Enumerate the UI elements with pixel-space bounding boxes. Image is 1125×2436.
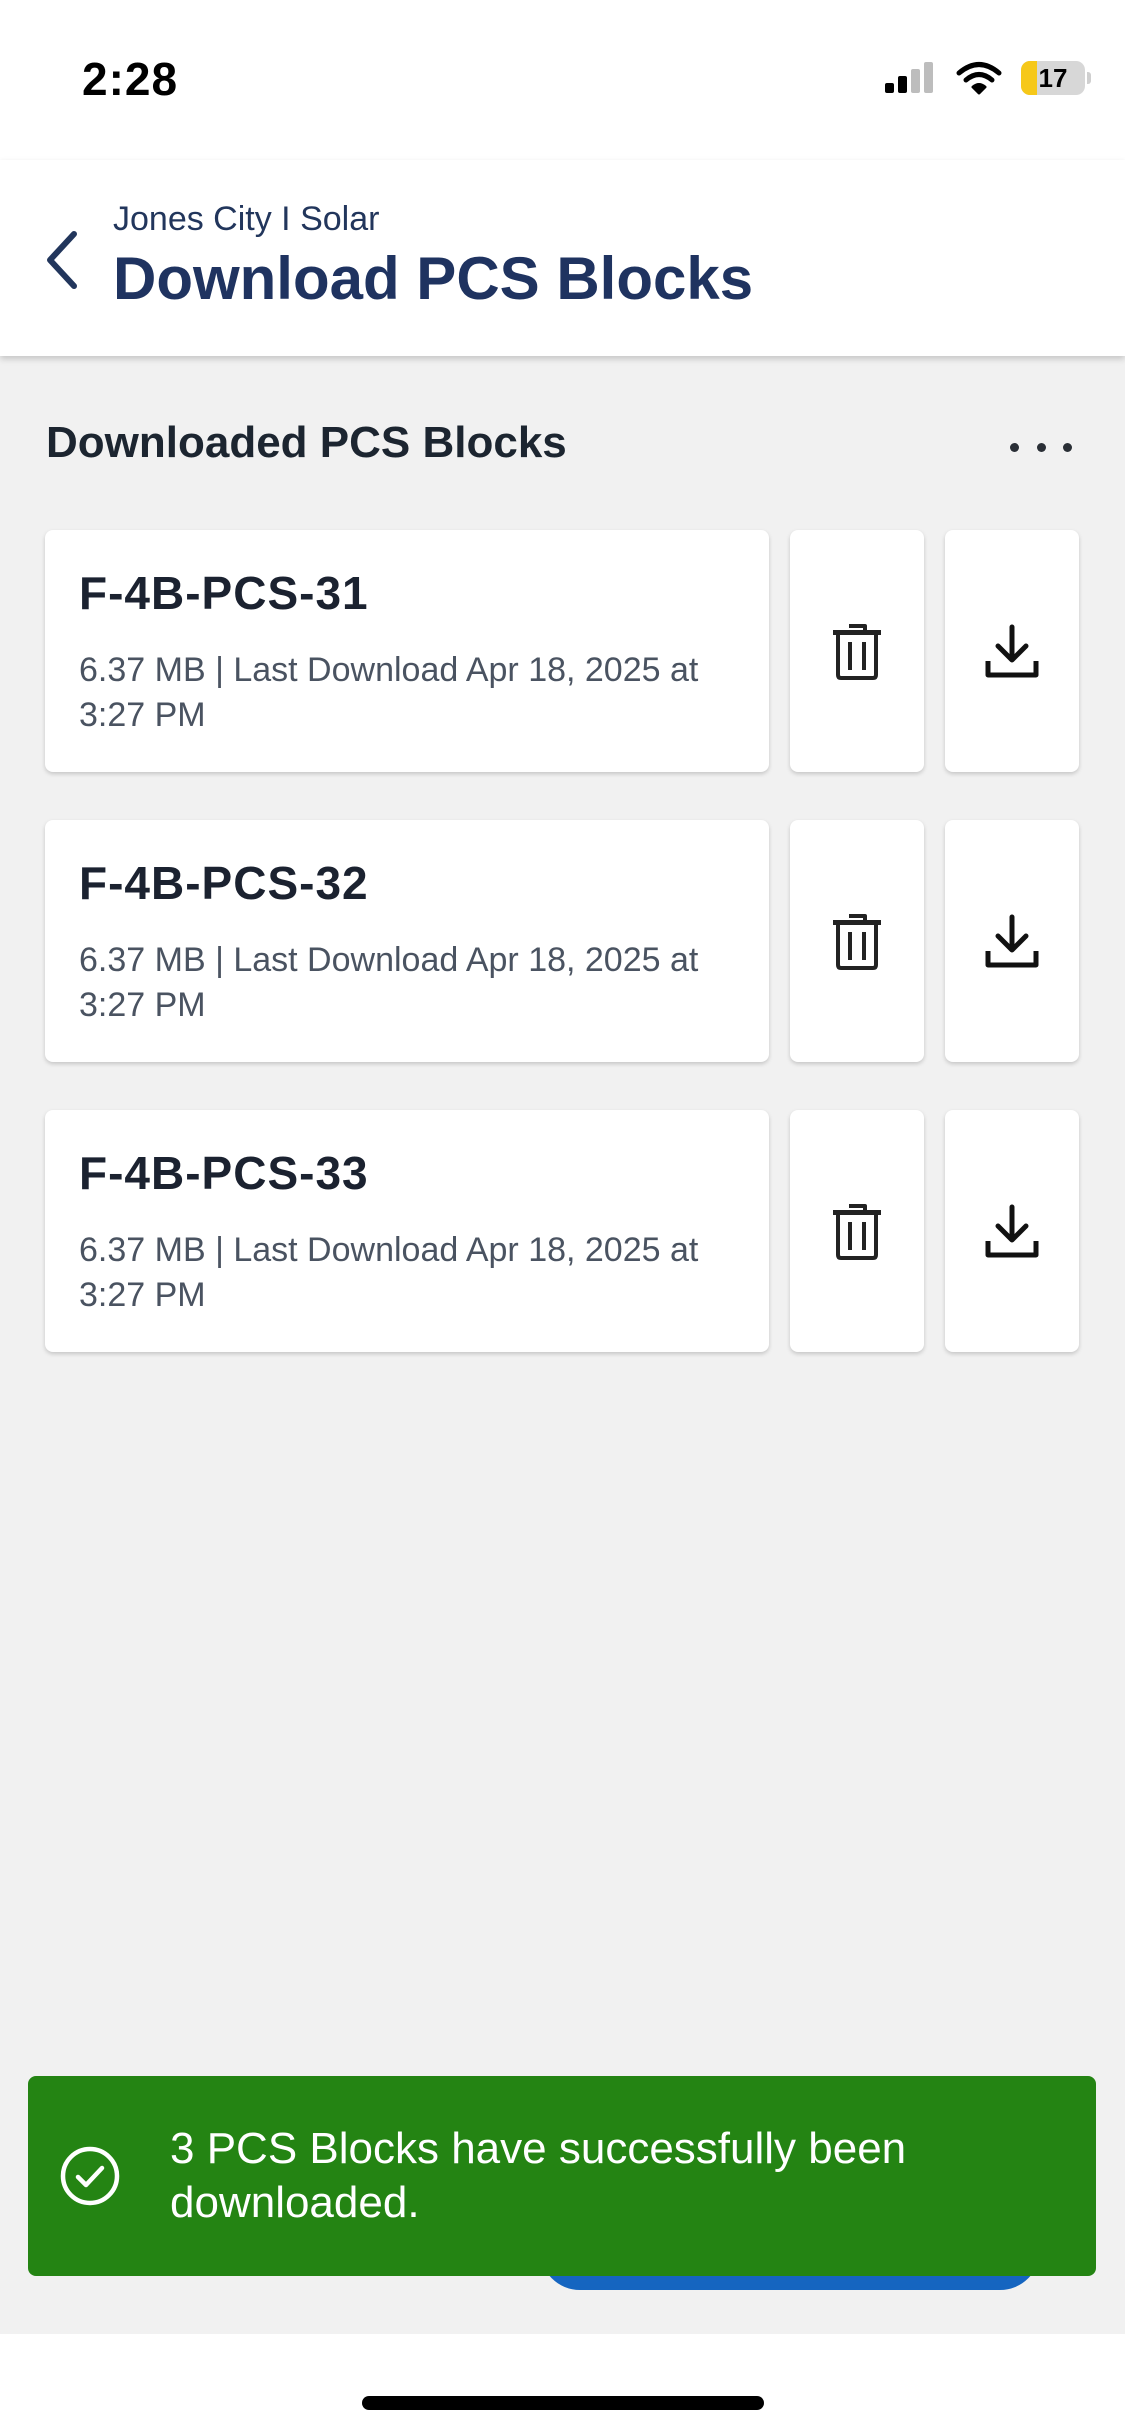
status-bar: 2:28 17 <box>0 0 1125 160</box>
pcs-block-meta: 6.37 MB | Last Download Apr 18, 2025 at … <box>79 941 699 1024</box>
wifi-icon <box>956 62 1002 95</box>
trash-icon <box>833 1204 881 1260</box>
bottom-safe-area <box>0 2334 1125 2436</box>
status-time: 2:28 <box>82 53 179 105</box>
check-circle-icon <box>60 2146 120 2206</box>
signal-icon <box>885 62 933 93</box>
back-button[interactable] <box>36 220 88 300</box>
breadcrumb: Jones City I Solar <box>113 200 380 238</box>
download-button[interactable] <box>945 530 1079 772</box>
pcs-block-meta: 6.37 MB | Last Download Apr 18, 2025 at … <box>79 1231 699 1314</box>
pcs-block-card[interactable]: F-4B-PCS-32 6.37 MB | Last Download Apr … <box>45 820 769 1062</box>
status-icons: 17 <box>883 60 1091 96</box>
home-indicator[interactable] <box>362 2396 764 2410</box>
pcs-block-card[interactable]: F-4B-PCS-31 6.37 MB | Last Download Apr … <box>45 530 769 772</box>
page-title: Download PCS Blocks <box>113 245 754 312</box>
page-header: Jones City I Solar Download PCS Blocks <box>0 160 1125 356</box>
battery-icon: 17 <box>1021 61 1091 95</box>
toast-message: 3 PCS Blocks have successfully been down… <box>170 2124 907 2227</box>
download-icon <box>985 1204 1039 1258</box>
trash-icon <box>833 914 881 970</box>
delete-button[interactable] <box>790 1110 924 1352</box>
section-title: Downloaded PCS Blocks <box>46 418 567 467</box>
pcs-block-name: F-4B-PCS-31 <box>79 567 369 619</box>
trash-icon <box>833 624 881 680</box>
download-icon <box>985 914 1039 968</box>
download-icon <box>985 624 1039 678</box>
chevron-left-icon <box>47 231 77 289</box>
delete-button[interactable] <box>790 530 924 772</box>
pcs-block-card[interactable]: F-4B-PCS-33 6.37 MB | Last Download Apr … <box>45 1110 769 1352</box>
success-toast: 3 PCS Blocks have successfully been down… <box>28 2076 1096 2276</box>
pcs-block-name: F-4B-PCS-33 <box>79 1147 369 1199</box>
download-button[interactable] <box>945 820 1079 1062</box>
pcs-block-meta: 6.37 MB | Last Download Apr 18, 2025 at … <box>79 651 699 734</box>
more-options-button[interactable] <box>1010 432 1072 462</box>
pcs-block-name: F-4B-PCS-32 <box>79 857 369 909</box>
download-button[interactable] <box>945 1110 1079 1352</box>
delete-button[interactable] <box>790 820 924 1062</box>
more-horizontal-icon <box>1010 442 1019 452</box>
battery-level: 17 <box>1038 62 1068 93</box>
